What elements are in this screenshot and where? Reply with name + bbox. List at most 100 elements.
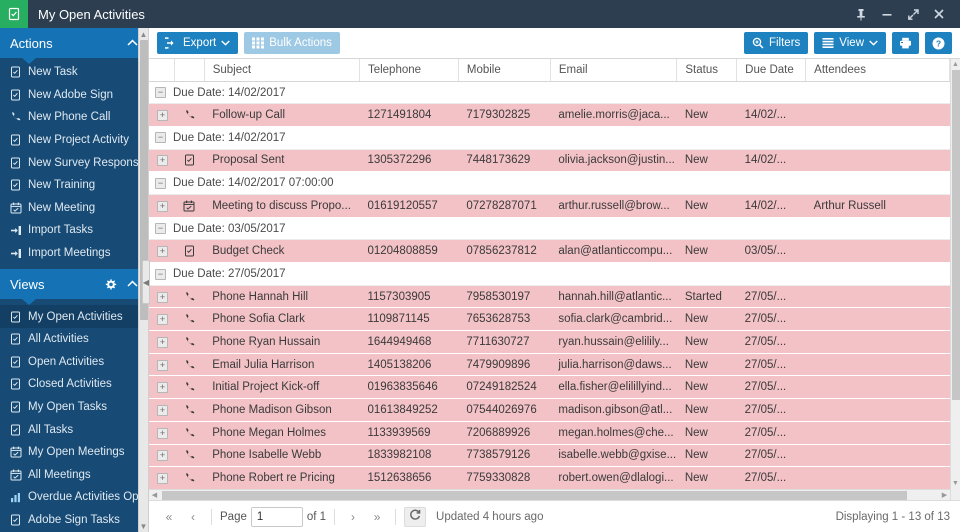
col-email[interactable]: Email [550, 59, 678, 82]
sidebar-item-closed-activities[interactable]: Closed Activities [0, 373, 148, 396]
grid-hscroll-thumb[interactable] [162, 490, 907, 500]
col-type-icon[interactable] [174, 59, 205, 82]
row-expand-cell[interactable]: + [149, 375, 175, 400]
sidebar-item-adobe-sign-tasks[interactable]: Adobe Sign Tasks [0, 509, 148, 532]
filters-button[interactable]: Filters [743, 32, 809, 54]
col-attendees[interactable]: Attendees [805, 59, 950, 82]
gear-icon[interactable] [104, 278, 117, 291]
bulk-actions-button[interactable]: Bulk Actions [244, 32, 340, 54]
close-button[interactable] [926, 0, 952, 28]
table-row[interactable]: + Initial Project Kick-off 01963835646 0724… [149, 375, 960, 400]
col-expand[interactable] [149, 59, 175, 82]
sidebar-item-all-activities[interactable]: All Activities [0, 328, 148, 351]
sidebar-item-new-task[interactable]: New Task [0, 61, 148, 84]
scroll-up-arrow-icon[interactable]: ▲ [139, 28, 148, 40]
table-group-row[interactable]: − Due Date: 14/02/2017 [149, 81, 960, 105]
plus-box-icon[interactable]: + [157, 110, 168, 122]
sidebar-item-my-open-tasks[interactable]: My Open Tasks [0, 396, 148, 419]
sidebar-item-new-meeting[interactable]: New Meeting [0, 197, 148, 220]
sidebar-item-my-open-activities[interactable]: My Open Activities [0, 305, 148, 328]
sidebar-item-all-meetings[interactable]: All Meetings [0, 464, 148, 487]
table-row[interactable]: + Phone Ryan Hussain 1644949468 7711630727 r… [149, 330, 960, 354]
sidebar-section-actions-header[interactable]: Actions [0, 28, 148, 64]
row-expand-cell[interactable]: + [149, 421, 175, 445]
table-row[interactable]: + Phone Sofia Clark 1109871145 7653628753 so… [149, 307, 960, 332]
row-expand-cell[interactable]: + [149, 149, 175, 173]
sidebar-item-new-project-activity[interactable]: New Project Activity [0, 129, 148, 152]
plus-box-icon[interactable]: + [157, 336, 168, 348]
refresh-button[interactable] [404, 506, 427, 527]
minus-box-icon[interactable]: − [155, 132, 166, 144]
sidebar-item-open-activities[interactable]: Open Activities [0, 351, 148, 374]
plus-box-icon[interactable]: + [157, 155, 168, 167]
plus-box-icon[interactable]: + [157, 450, 168, 462]
grid-hscroll-track[interactable] [160, 490, 939, 500]
table-group-row[interactable]: − Due Date: 14/02/2017 [149, 126, 960, 150]
pin-button[interactable] [848, 0, 874, 28]
table-row[interactable]: + Phone Madison Gibson 01613849252 07544026… [149, 398, 960, 422]
next-page-button[interactable]: › [343, 506, 363, 528]
row-expand-cell[interactable]: + [149, 103, 175, 127]
table-row[interactable]: + Follow-up Call 1271491804 7179302825 ameli… [149, 103, 960, 127]
row-expand-cell[interactable]: + [149, 330, 175, 354]
scroll-down-arrow-icon[interactable]: ▼ [951, 478, 960, 489]
table-row[interactable]: + Phone Hannah Hill 1157303905 7958530197 ha… [149, 285, 960, 309]
sidebar-collapse-handle[interactable]: ◀ [142, 260, 150, 304]
plus-box-icon[interactable]: + [157, 382, 168, 394]
minus-box-icon[interactable]: − [155, 87, 166, 99]
previous-page-button[interactable]: ‹ [183, 506, 203, 528]
plus-box-icon[interactable]: + [157, 291, 168, 303]
plus-box-icon[interactable]: + [157, 427, 168, 439]
plus-box-icon[interactable]: + [157, 473, 168, 485]
minus-box-icon[interactable]: − [155, 177, 166, 189]
minus-box-icon[interactable]: − [155, 223, 166, 235]
table-row[interactable]: + Email Julia Harrison 1405138206 747990989… [149, 353, 960, 377]
print-button[interactable] [892, 32, 919, 54]
scroll-right-arrow-icon[interactable]: ▶ [939, 491, 950, 499]
page-number-input[interactable] [250, 506, 303, 527]
export-button[interactable]: Export [157, 32, 239, 54]
col-telephone[interactable]: Telephone [359, 59, 459, 82]
col-subject[interactable]: Subject [204, 59, 360, 82]
sidebar-item-new-training[interactable]: New Training [0, 174, 148, 197]
table-row[interactable]: + Phone Isabelle Webb 1833982108 7738579126… [149, 444, 960, 468]
row-expand-cell[interactable]: + [149, 353, 175, 377]
row-expand-cell[interactable]: + [149, 307, 175, 332]
sidebar-item-import-tasks[interactable]: Import Tasks [0, 219, 148, 242]
view-button[interactable]: View [814, 32, 886, 54]
scroll-down-arrow-icon[interactable]: ▼ [139, 520, 148, 532]
row-expand-cell[interactable]: + [149, 444, 175, 468]
table-row[interactable]: + Phone Robert re Pricing 1512638656 775933… [149, 466, 960, 490]
plus-box-icon[interactable]: + [157, 359, 168, 371]
minimize-button[interactable] [874, 0, 900, 28]
sidebar-item-import-meetings[interactable]: Import Meetings [0, 242, 148, 265]
plus-box-icon[interactable]: + [157, 200, 168, 212]
plus-box-icon[interactable]: + [157, 246, 168, 258]
sidebar-item-all-tasks[interactable]: All Tasks [0, 418, 148, 441]
sidebar-section-views-header[interactable]: Views [0, 269, 148, 306]
table-group-row[interactable]: − Due Date: 03/05/2017 [149, 217, 960, 241]
table-row[interactable]: + Meeting to discuss Propo... 01619120557 0… [149, 194, 960, 218]
last-page-button[interactable]: » [367, 506, 387, 528]
grid-vscroll-thumb[interactable] [952, 70, 960, 400]
table-row[interactable]: + Budget Check 01204808859 07856237812 alan@… [149, 239, 960, 263]
table-group-row[interactable]: − Due Date: 14/02/2017 07:00:00 [149, 171, 960, 195]
sidebar-item-new-phone-call[interactable]: New Phone Call [0, 106, 148, 129]
sidebar-item-my-open-meetings[interactable]: My Open Meetings [0, 441, 148, 464]
grid-horizontal-scrollbar[interactable]: ◀ ▶ [149, 489, 950, 500]
row-expand-cell[interactable]: + [149, 194, 175, 218]
help-button[interactable]: ? [925, 32, 952, 54]
data-grid-container[interactable]: Subject Telephone Mobile Email Status Du… [149, 58, 960, 500]
col-mobile[interactable]: Mobile [458, 59, 551, 82]
table-row[interactable]: + Proposal Sent 1305372296 7448173629 olivia… [149, 149, 960, 173]
sidebar-item-new-adobe-sign[interactable]: New Adobe Sign [0, 84, 148, 107]
first-page-button[interactable]: « [159, 506, 179, 528]
plus-box-icon[interactable]: + [157, 314, 168, 326]
col-due-date[interactable]: Due Date [736, 59, 807, 82]
plus-box-icon[interactable]: + [157, 404, 168, 416]
scroll-up-arrow-icon[interactable]: ▲ [951, 59, 960, 70]
maximize-button[interactable] [900, 0, 926, 28]
minus-box-icon[interactable]: − [155, 268, 166, 280]
row-expand-cell[interactable]: + [149, 285, 175, 309]
table-group-row[interactable]: − Due Date: 27/05/2017 [149, 262, 960, 286]
